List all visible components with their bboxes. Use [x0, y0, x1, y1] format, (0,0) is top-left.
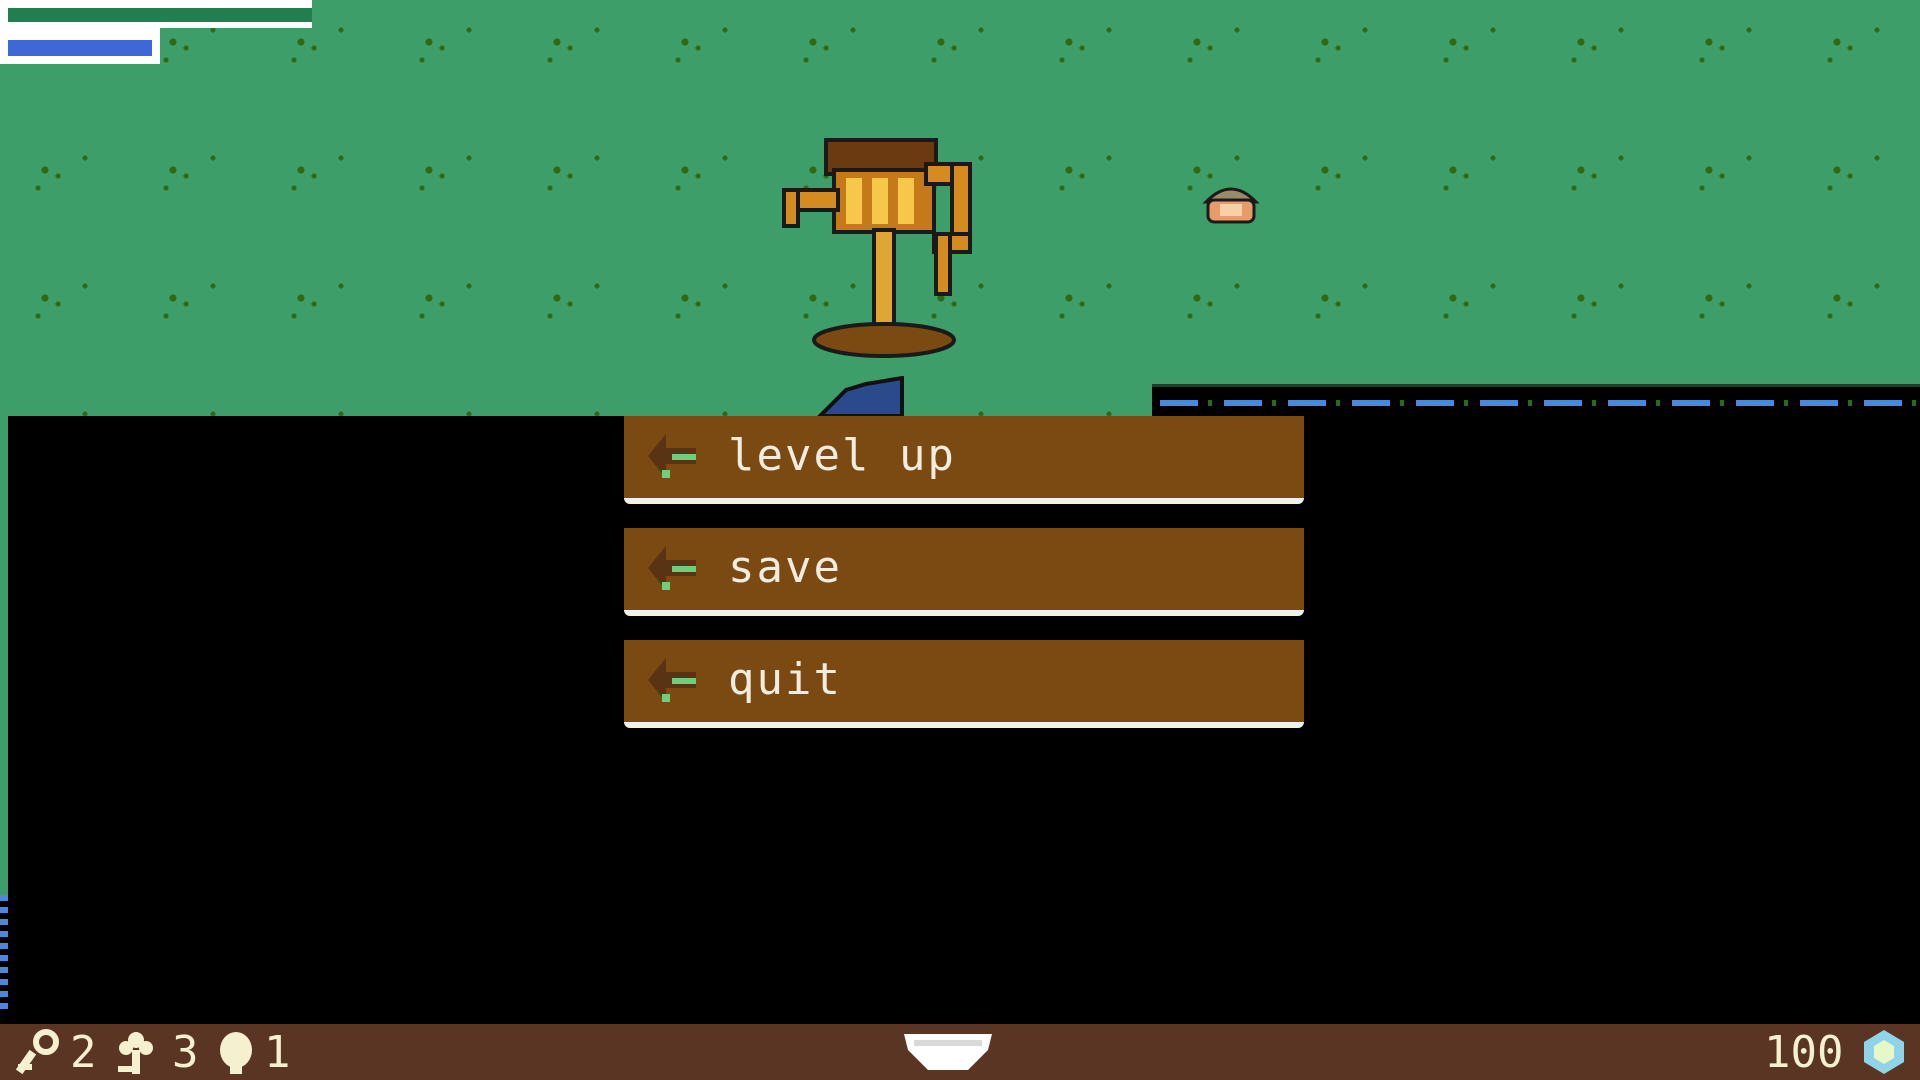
menu-item-label: save	[728, 542, 842, 593]
menu-item-label: level up	[728, 430, 956, 481]
flower-count: 3	[172, 1027, 199, 1078]
menu-item-save[interactable]: save	[624, 528, 1304, 616]
menu-item-label: quit	[728, 654, 842, 705]
key-count: 2	[70, 1027, 97, 1078]
back-arrow-icon	[648, 546, 696, 590]
water-left-edge	[0, 895, 8, 1015]
player-character	[817, 376, 904, 416]
health-bar	[0, 0, 312, 28]
seed-count: 1	[264, 1027, 291, 1078]
menu-item-quit[interactable]: quit	[624, 640, 1304, 728]
flower-icon	[118, 1032, 153, 1074]
mushroom-critter[interactable]	[1198, 176, 1264, 226]
training-dummy[interactable]	[776, 134, 996, 364]
grass-left-strip	[0, 416, 8, 896]
back-arrow-icon	[648, 434, 696, 478]
key-icon	[15, 1029, 59, 1075]
seed-icon	[220, 1032, 252, 1074]
health-bar-fill	[8, 8, 312, 22]
menu-item-level-up[interactable]: level up	[624, 416, 1304, 504]
back-arrow-icon	[648, 658, 696, 702]
magic-bar	[0, 28, 160, 64]
gem-count: 100	[1764, 1027, 1844, 1078]
expand-tray-icon[interactable]	[904, 1030, 992, 1072]
gem-icon	[1864, 1030, 1904, 1074]
water-ripples	[1160, 400, 1920, 406]
magic-bar-fill	[8, 40, 152, 56]
